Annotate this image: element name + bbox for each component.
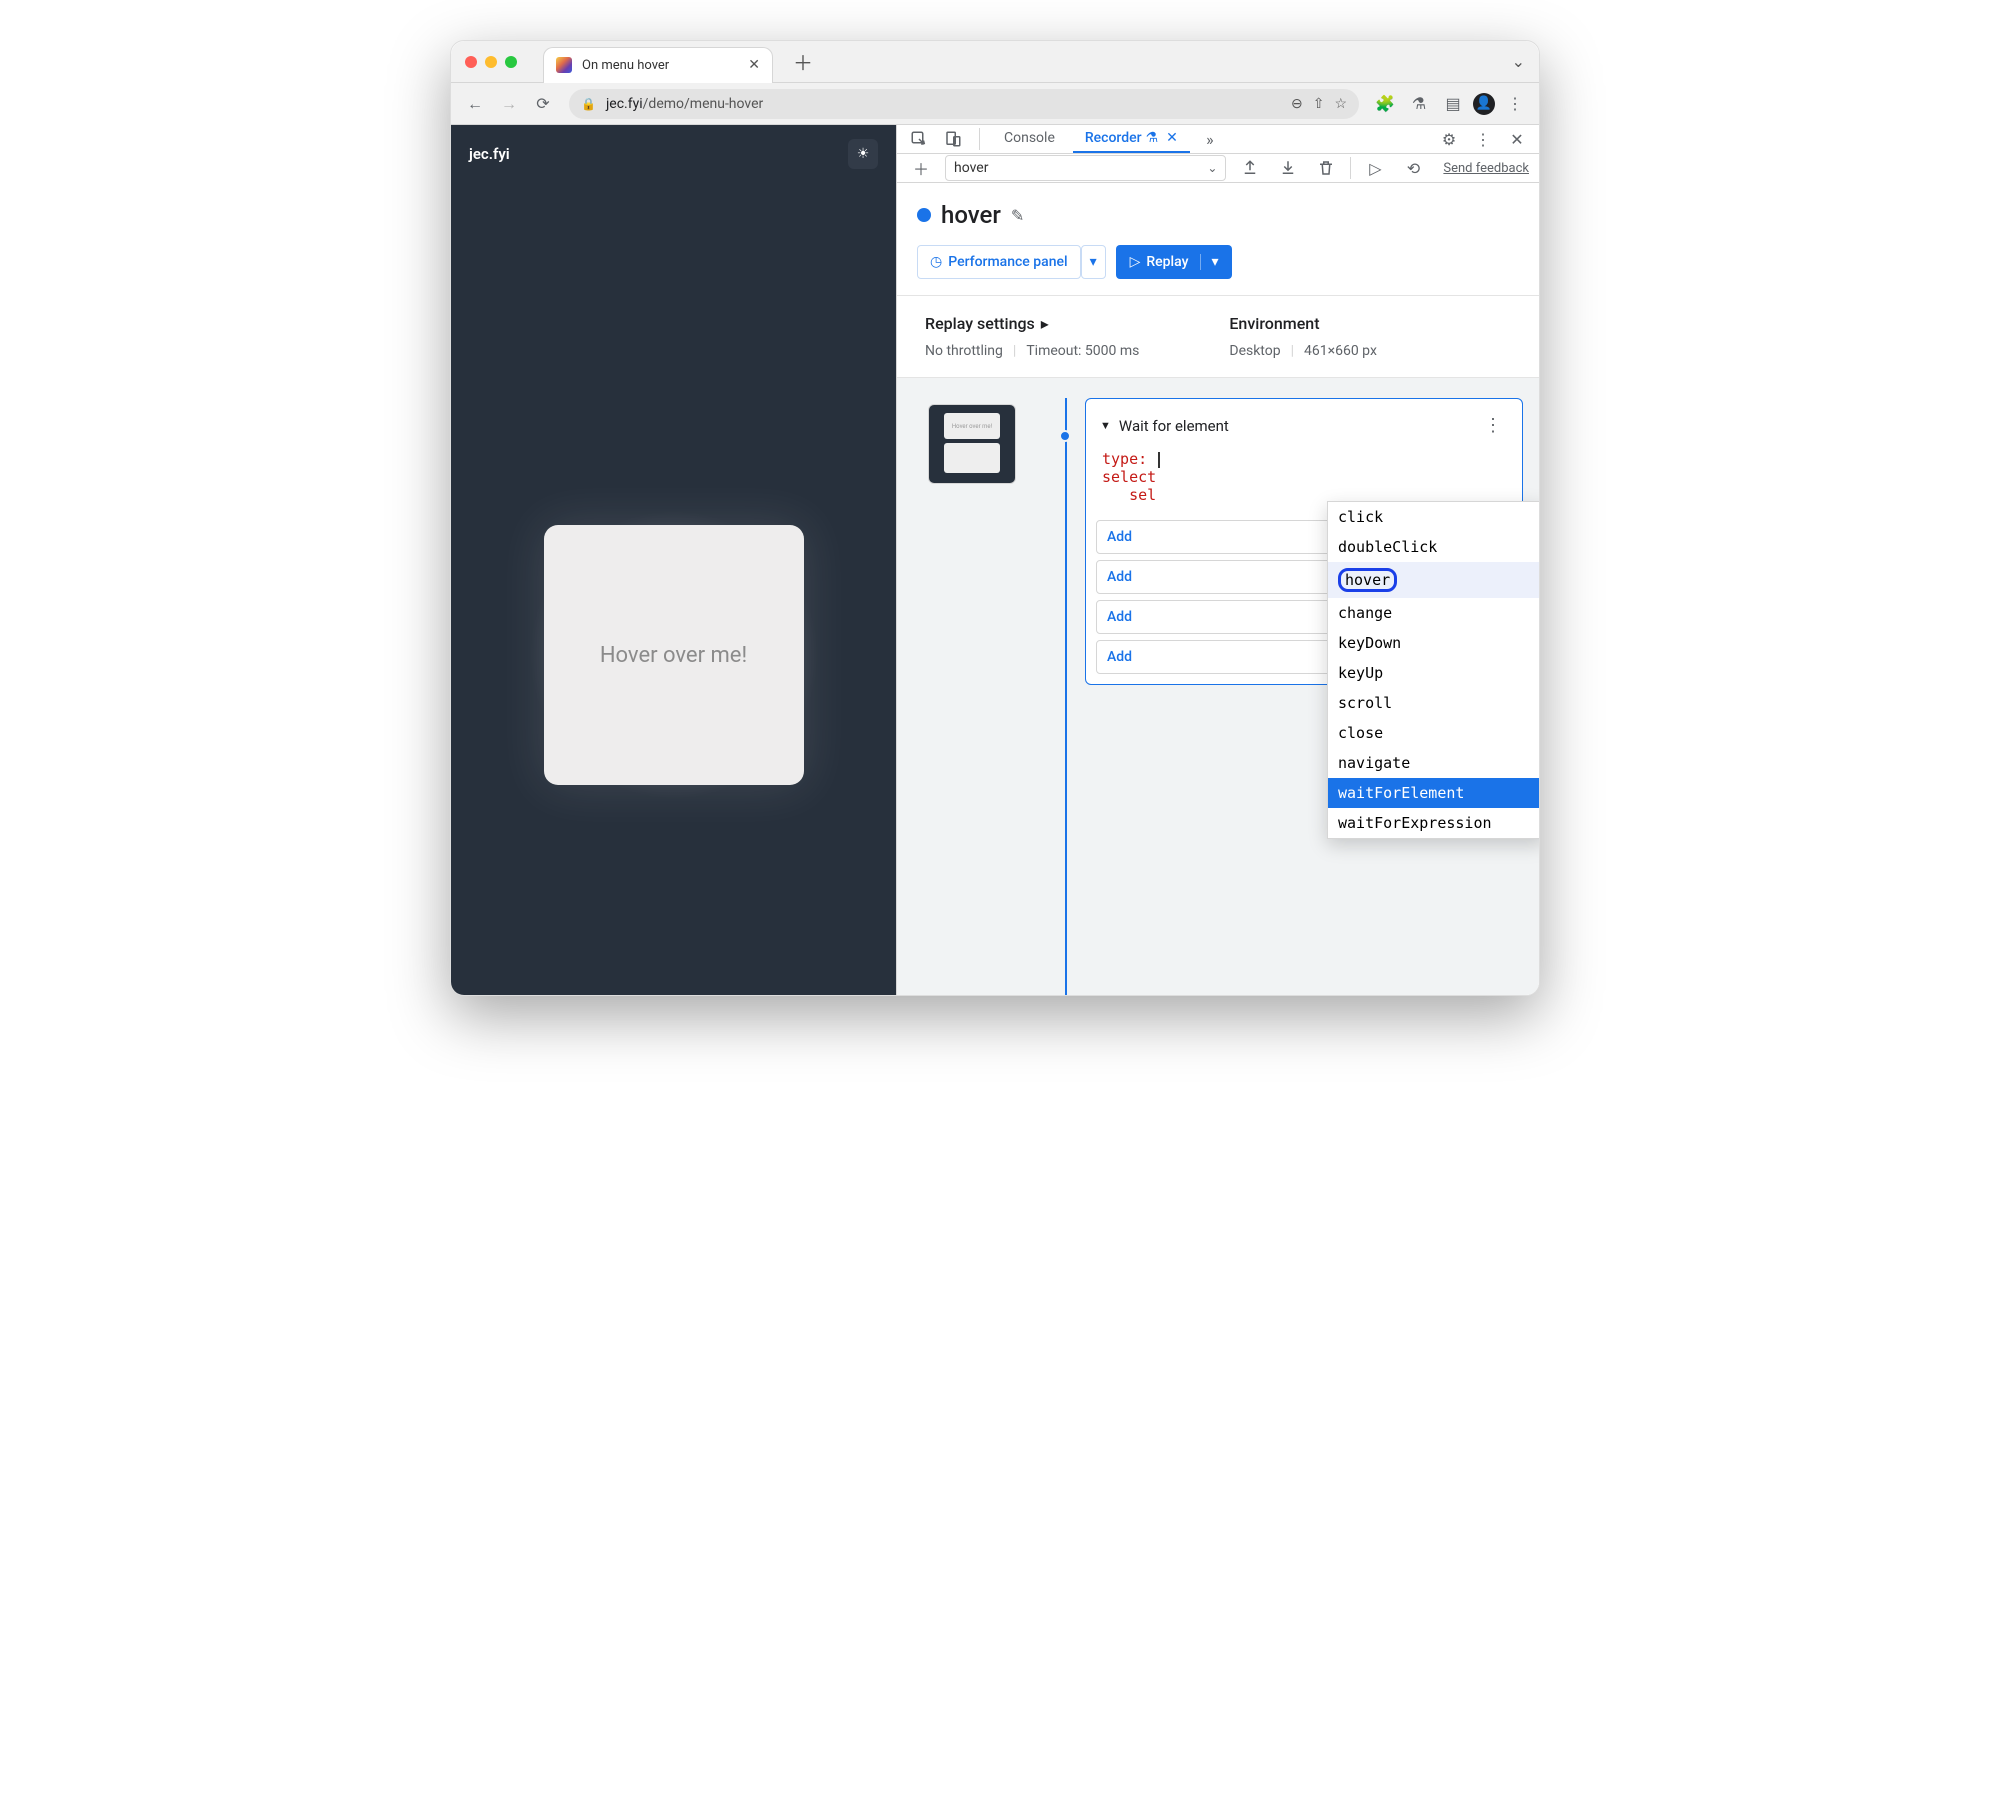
extensions-icon[interactable]: 🧩 — [1371, 90, 1399, 118]
tab-close-icon[interactable]: ✕ — [748, 57, 760, 73]
throttling-value: No throttling — [925, 343, 1003, 359]
browser-menu-icon[interactable]: ⋮ — [1501, 90, 1529, 118]
performance-panel-button-group: ◷ Performance panel ▾ — [917, 245, 1106, 279]
tab-close-icon[interactable]: ✕ — [1166, 130, 1178, 146]
tab-title: On menu hover — [582, 58, 738, 73]
profile-avatar[interactable]: 👤 — [1473, 93, 1495, 115]
performance-panel-dropdown[interactable]: ▾ — [1081, 245, 1106, 279]
recording-dot-icon — [917, 208, 931, 222]
flask-icon: ⚗ — [1146, 130, 1159, 146]
recorder-toolbar: ＋ hover ⌄ ▷ ⟲ Send feedback — [897, 154, 1539, 183]
dropdown-option[interactable]: scroll — [1328, 688, 1540, 718]
dropdown-option[interactable]: close — [1328, 718, 1540, 748]
tab-console[interactable]: Console — [992, 125, 1067, 153]
dropdown-option[interactable]: keyDown — [1328, 628, 1540, 658]
labs-icon[interactable]: ⚗ — [1405, 90, 1433, 118]
step-thumbnail[interactable]: Hover over me! — [928, 404, 1016, 484]
step-title: Wait for element — [1119, 417, 1229, 435]
dropdown-option[interactable]: navigate — [1328, 748, 1540, 778]
bookmark-icon[interactable]: ☆ — [1334, 96, 1347, 112]
step-play-icon[interactable]: ▷ — [1361, 154, 1389, 182]
replay-button[interactable]: ▷ Replay ▾ — [1116, 245, 1233, 279]
page-brand[interactable]: jec.fyi — [469, 145, 510, 163]
devtools-tabbar: Console Recorder ⚗ ✕ » ⚙ ⋮ ✕ — [897, 125, 1539, 154]
back-button[interactable]: ← — [461, 90, 489, 118]
maximize-window-icon[interactable] — [505, 56, 517, 68]
devtools-panel: Console Recorder ⚗ ✕ » ⚙ ⋮ ✕ ＋ hover ⌄ — [896, 125, 1539, 995]
add-recording-button[interactable]: ＋ — [907, 154, 935, 182]
edit-title-icon[interactable]: ✎ — [1011, 206, 1024, 225]
tab-recorder[interactable]: Recorder ⚗ ✕ — [1073, 125, 1190, 153]
tabs-overflow-icon[interactable]: ⌄ — [1512, 52, 1525, 71]
recorder-header: hover ✎ ◷ Performance panel ▾ ▷ Replay — [897, 183, 1539, 295]
close-window-icon[interactable] — [465, 56, 477, 68]
dropdown-option[interactable]: waitForExpression — [1328, 808, 1540, 838]
new-tab-button[interactable]: ＋ — [793, 47, 813, 76]
replay-dropdown[interactable]: ▾ — [1200, 254, 1218, 270]
dropdown-option[interactable]: keyUp — [1328, 658, 1540, 688]
dropdown-option[interactable]: doubleClick — [1328, 532, 1540, 562]
recording-selector[interactable]: hover ⌄ — [945, 155, 1226, 181]
more-tabs-icon[interactable]: » — [1196, 125, 1224, 153]
replay-settings-header[interactable]: Replay settings▸ — [925, 314, 1139, 333]
divider — [979, 128, 980, 150]
reload-button[interactable]: ⟳ — [529, 90, 557, 118]
dropdown-option-selected[interactable]: waitForElement — [1328, 778, 1540, 808]
caret-down-icon[interactable]: ▼ — [1100, 419, 1111, 432]
recording-title: hover — [941, 201, 1001, 229]
forward-button[interactable]: → — [495, 90, 523, 118]
panel-icon[interactable]: ▤ — [1439, 90, 1467, 118]
export-icon[interactable] — [1236, 154, 1264, 182]
hover-card[interactable]: Hover over me! — [544, 525, 804, 785]
device-mode-icon[interactable] — [939, 125, 967, 153]
chevron-right-icon: ▸ — [1041, 314, 1049, 333]
lock-icon: 🔒 — [581, 97, 596, 111]
minimize-window-icon[interactable] — [485, 56, 497, 68]
dropdown-option[interactable]: click — [1328, 502, 1540, 532]
steps-timeline: Hover over me! ▼ Wait for element ⋮ — [897, 378, 1539, 996]
type-autocomplete-dropdown: click doubleClick hover change keyDown k… — [1327, 501, 1540, 839]
step-dot-icon — [1059, 430, 1071, 442]
device-value: Desktop — [1229, 343, 1280, 359]
divider — [1350, 157, 1351, 179]
recorder-settings: Replay settings▸ No throttling | Timeout… — [897, 295, 1539, 378]
performance-panel-button[interactable]: ◷ Performance panel — [917, 245, 1081, 279]
hover-card-text: Hover over me! — [600, 643, 747, 668]
step-menu-icon[interactable]: ⋮ — [1484, 415, 1508, 436]
favicon-icon — [556, 57, 572, 73]
titlebar: On menu hover ✕ ＋ ⌄ — [451, 41, 1539, 83]
theme-toggle[interactable]: ☀ — [848, 139, 878, 169]
devtools-menu-icon[interactable]: ⋮ — [1469, 125, 1497, 153]
text-cursor — [1158, 452, 1160, 468]
browser-window: On menu hover ✕ ＋ ⌄ ← → ⟳ 🔒 jec.fyi/demo… — [450, 40, 1540, 996]
gauge-icon: ◷ — [930, 254, 942, 270]
address-bar[interactable]: 🔒 jec.fyi/demo/menu-hover ⊖ ⇧ ☆ — [569, 89, 1359, 119]
dropdown-option[interactable]: change — [1328, 598, 1540, 628]
send-feedback-link[interactable]: Send feedback — [1443, 161, 1529, 176]
environment-header: Environment — [1229, 314, 1377, 333]
timeout-value: Timeout: 5000 ms — [1026, 343, 1139, 359]
delete-icon[interactable] — [1312, 154, 1340, 182]
browser-tab[interactable]: On menu hover ✕ — [543, 47, 773, 83]
browser-toolbar: ← → ⟳ 🔒 jec.fyi/demo/menu-hover ⊖ ⇧ ☆ 🧩 … — [451, 83, 1539, 125]
dropdown-option-hover[interactable]: hover — [1328, 562, 1540, 598]
content-area: jec.fyi ☀ Hover over me! Console Recorde… — [451, 125, 1539, 995]
inspect-icon[interactable] — [905, 125, 933, 153]
viewport-value: 461×660 px — [1304, 343, 1377, 359]
import-icon[interactable] — [1274, 154, 1302, 182]
close-devtools-icon[interactable]: ✕ — [1503, 125, 1531, 153]
slow-replay-icon[interactable]: ⟲ — [1399, 154, 1427, 182]
settings-icon[interactable]: ⚙ — [1435, 125, 1463, 153]
chevron-down-icon: ⌄ — [1207, 161, 1217, 175]
zoom-out-icon[interactable]: ⊖ — [1291, 96, 1303, 112]
traffic-lights — [465, 56, 517, 68]
share-icon[interactable]: ⇧ — [1313, 96, 1325, 112]
recording-name: hover — [954, 160, 988, 176]
webpage: jec.fyi ☀ Hover over me! — [451, 125, 896, 995]
url-host: jec.fyi/demo/menu-hover — [606, 96, 763, 112]
play-icon: ▷ — [1130, 254, 1141, 270]
